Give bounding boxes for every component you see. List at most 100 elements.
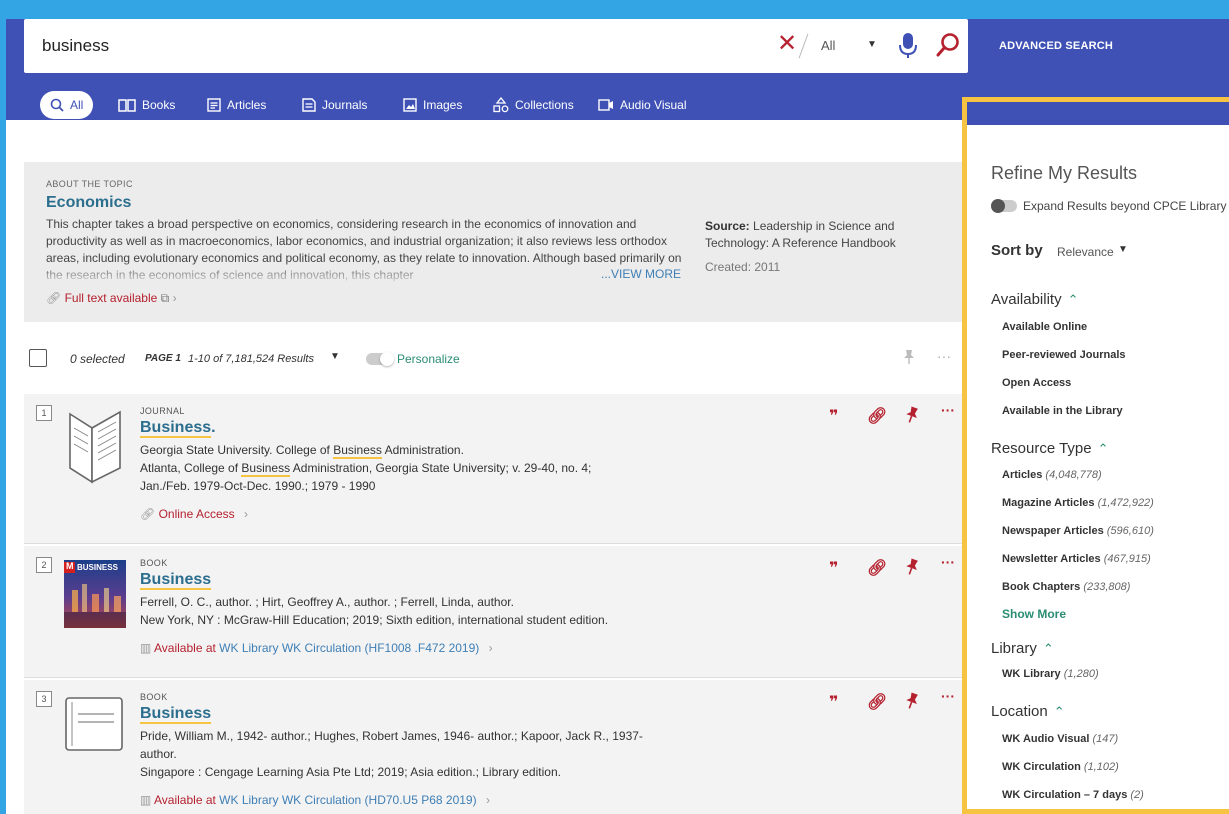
citation-icon[interactable]: ❞ <box>829 558 838 578</box>
pin-icon[interactable] <box>905 558 919 581</box>
more-options-icon[interactable]: ··· <box>941 554 955 570</box>
tab-audio-visual[interactable]: Audio Visual <box>598 91 687 119</box>
tab-books[interactable]: Books <box>118 91 175 119</box>
facet-count: (233,808) <box>1083 581 1131 593</box>
facet-count: (2) <box>1130 789 1144 801</box>
tab-journals[interactable]: Journals <box>302 91 367 119</box>
personalize-toggle[interactable] <box>366 352 394 366</box>
pin-icon[interactable] <box>905 692 919 715</box>
expand-results-label[interactable]: Expand Results beyond CPCE Library <box>1023 199 1226 213</box>
expand-results-toggle[interactable] <box>991 199 1017 213</box>
more-options-icon[interactable]: ··· <box>941 688 955 704</box>
caret-down-icon[interactable]: ▼ <box>867 39 877 50</box>
online-access-link[interactable]: 🔗︎ Online Access › <box>140 507 248 521</box>
permalink-icon[interactable]: 🔗︎ <box>867 558 887 578</box>
topic-eyebrow: ABOUT THE TOPIC <box>46 179 133 189</box>
facet-count: (467,915) <box>1103 553 1151 565</box>
results-count[interactable]: 1-10 of 7,181,524 Results <box>188 353 314 365</box>
facet-item[interactable]: Peer-reviewed Journals <box>1002 349 1126 361</box>
cover-badge: M <box>66 561 74 571</box>
facet-item[interactable]: Book Chapters (233,808) <box>1002 581 1130 593</box>
select-all-checkbox[interactable] <box>29 349 47 367</box>
full-text-label: Full text available <box>64 291 158 305</box>
show-more-link[interactable]: Show More <box>1002 607 1066 621</box>
facet-availability-heading[interactable]: Availability ⌃ <box>991 291 1079 308</box>
facet-heading-text: Resource Type <box>991 440 1092 457</box>
result-item[interactable]: 2 M BUSINESS BOOK Business Ferrell, O. C… <box>24 546 964 678</box>
result-publisher: New York, NY : McGraw-Hill Education; 20… <box>140 613 609 627</box>
search-divider <box>798 33 809 59</box>
full-text-link[interactable]: 🔗︎ Full text available ⧉ › <box>46 291 177 306</box>
text-part: Administration, Georgia State University… <box>290 461 592 475</box>
tab-articles[interactable]: Articles <box>207 91 266 119</box>
facet-item[interactable]: WK Circulation (1,102) <box>1002 761 1119 773</box>
more-options-icon[interactable]: ··· <box>941 402 955 418</box>
location-label: WK Library WK Circulation (HD70.U5 P68 2… <box>219 793 477 807</box>
pin-icon[interactable] <box>903 349 915 370</box>
chevron-up-icon: ⌃ <box>1067 292 1079 307</box>
search-icon[interactable] <box>936 32 960 63</box>
location-label: WK Library WK Circulation (HF1008 .F472 … <box>219 641 480 655</box>
caret-down-icon[interactable]: ▼ <box>330 351 340 362</box>
facet-label: Newsletter Articles <box>1002 553 1101 565</box>
book-thumbnail <box>64 696 124 757</box>
pin-icon[interactable] <box>905 406 919 429</box>
view-more-link[interactable]: ...VIEW MORE <box>598 267 682 281</box>
result-item[interactable]: 3 BOOK Business Pride, William M., 1942-… <box>24 680 964 814</box>
personalize-label[interactable]: Personalize <box>397 352 460 366</box>
refine-title: Refine My Results <box>991 163 1138 183</box>
clear-search-icon[interactable]: ✕ <box>777 32 797 56</box>
book-open-icon <box>118 99 136 112</box>
search-scope-select[interactable]: All <box>821 38 835 53</box>
result-title[interactable]: Business <box>140 571 212 590</box>
result-title[interactable]: Business <box>140 705 212 724</box>
permalink-icon[interactable]: 🔗︎ <box>867 406 887 426</box>
result-item[interactable]: 1 JOURNAL Business. Georgia State Univer… <box>24 394 964 544</box>
facet-label: WK Library <box>1002 668 1061 680</box>
facet-item[interactable]: Open Access <box>1002 377 1071 389</box>
topic-title[interactable]: Economics <box>46 194 131 212</box>
text-part: Georgia State University. College of <box>140 443 334 457</box>
chevron-up-icon: ⌃ <box>1042 641 1054 656</box>
facet-item[interactable]: Magazine Articles (1,472,922) <box>1002 497 1154 509</box>
facet-item[interactable]: Available Online <box>1002 321 1087 333</box>
result-author: Ferrell, O. C., author. ; Hirt, Geoffrey… <box>140 595 514 609</box>
facet-item[interactable]: WK Audio Visual (147) <box>1002 733 1118 745</box>
search-input[interactable]: business <box>42 36 109 56</box>
caret-down-icon[interactable]: ▼ <box>1118 244 1128 255</box>
facet-library-heading[interactable]: Library ⌃ <box>991 640 1054 657</box>
facet-item[interactable]: Available in the Library <box>1002 405 1123 417</box>
facet-item[interactable]: WK Circulation – 7 days (2) <box>1002 789 1144 801</box>
facet-item[interactable]: WK Library (1,280) <box>1002 668 1099 680</box>
result-number[interactable]: 3 <box>36 691 52 707</box>
facet-resource-type-heading[interactable]: Resource Type ⌃ <box>991 440 1109 457</box>
facet-item[interactable]: Articles (4,048,778) <box>1002 469 1102 481</box>
result-publisher: Singapore : Cengage Learning Asia Pte Lt… <box>140 765 561 779</box>
result-author: Georgia State University. College of Bus… <box>140 443 700 459</box>
microphone-icon[interactable] <box>898 32 918 65</box>
sort-select[interactable]: Relevance <box>1057 245 1114 259</box>
search-icon <box>50 98 64 112</box>
result-number[interactable]: 2 <box>36 557 52 573</box>
tab-collections[interactable]: Collections <box>493 91 574 119</box>
citation-icon[interactable]: ❞ <box>829 692 838 712</box>
chevron-right-icon: › <box>488 641 493 655</box>
facet-label: Book Chapters <box>1002 581 1081 593</box>
topic-created: Created: 2011 <box>705 260 781 274</box>
availability-link[interactable]: ▥ Available at WK Library WK Circulation… <box>140 793 490 807</box>
tab-images[interactable]: Images <box>403 91 462 119</box>
chevron-right-icon: › <box>243 507 248 521</box>
more-options-icon[interactable]: ··· <box>937 348 951 364</box>
availability-link[interactable]: ▥ Available at WK Library WK Circulation… <box>140 641 493 655</box>
result-number[interactable]: 1 <box>36 405 52 421</box>
result-title[interactable]: Business. <box>140 419 216 438</box>
tab-label: Images <box>423 98 463 112</box>
refine-panel: Refine My Results Expand Results beyond … <box>962 97 1229 814</box>
facet-item[interactable]: Newspaper Articles (596,610) <box>1002 525 1154 537</box>
facet-location-heading[interactable]: Location ⌃ <box>991 703 1065 720</box>
facet-item[interactable]: Newsletter Articles (467,915) <box>1002 553 1151 565</box>
citation-icon[interactable]: ❞ <box>829 406 838 426</box>
permalink-icon[interactable]: 🔗︎ <box>867 692 887 712</box>
tab-all[interactable]: All <box>40 91 94 119</box>
advanced-search-link[interactable]: ADVANCED SEARCH <box>999 40 1113 52</box>
